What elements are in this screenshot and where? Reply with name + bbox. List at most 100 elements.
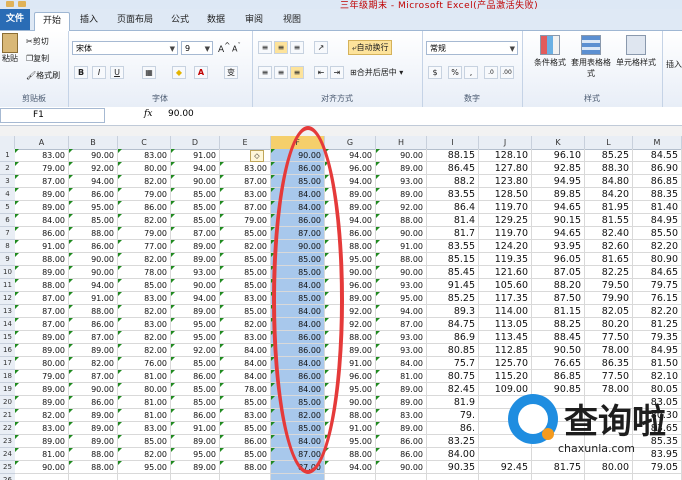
row-header[interactable]: 26 (0, 474, 15, 480)
cell-i24[interactable]: 84.00 (427, 448, 479, 461)
cell-j3[interactable]: 123.80 (479, 175, 532, 188)
cell-b1[interactable]: 90.00 (69, 149, 118, 162)
column-header-e[interactable]: E (220, 136, 271, 149)
cell-e12[interactable]: 83.00 (220, 292, 271, 305)
cell-a3[interactable]: 87.00 (15, 175, 69, 188)
column-header-g[interactable]: G (325, 136, 376, 149)
cell-d7[interactable]: 87.00 (171, 227, 220, 240)
cell-c8[interactable]: 77.00 (118, 240, 171, 253)
align-bottom-icon[interactable]: ≡ (290, 41, 304, 54)
cell-a22[interactable]: 83.00 (15, 422, 69, 435)
row-header[interactable]: 21 (0, 409, 15, 422)
cell-k2[interactable]: 92.85 (532, 162, 585, 175)
cell-l5[interactable]: 81.95 (585, 201, 633, 214)
cell-m10[interactable]: 84.65 (633, 266, 682, 279)
cell-k3[interactable]: 94.95 (532, 175, 585, 188)
cell-c5[interactable]: 86.00 (118, 201, 171, 214)
cell-m9[interactable]: 80.90 (633, 253, 682, 266)
cell-a14[interactable]: 87.00 (15, 318, 69, 331)
cell-i22[interactable]: 86. (427, 422, 479, 435)
tab-insert[interactable]: 插入 (74, 12, 104, 30)
cell-k13[interactable]: 81.15 (532, 305, 585, 318)
cell-j5[interactable]: 119.70 (479, 201, 532, 214)
format-painter-button[interactable]: 🖌格式刷 (26, 70, 60, 81)
cell-b4[interactable]: 86.00 (69, 188, 118, 201)
function-icon[interactable]: fx (144, 109, 152, 119)
cell-e8[interactable]: 82.00 (220, 240, 271, 253)
cell-h8[interactable]: 91.00 (376, 240, 427, 253)
cell-a5[interactable]: 89.00 (15, 201, 69, 214)
cell-e9[interactable]: 85.00 (220, 253, 271, 266)
cell-m17[interactable]: 81.50 (633, 357, 682, 370)
column-header-l[interactable]: L (585, 136, 633, 149)
cell-h20[interactable]: 89.00 (376, 396, 427, 409)
cell-d2[interactable]: 94.00 (171, 162, 220, 175)
cell-i4[interactable]: 83.55 (427, 188, 479, 201)
row-header[interactable]: 13 (0, 305, 15, 318)
cell-e5[interactable]: 87.00 (220, 201, 271, 214)
cell-b12[interactable]: 91.00 (69, 292, 118, 305)
cell-l10[interactable]: 82.25 (585, 266, 633, 279)
conditional-format-button[interactable]: 条件格式 (530, 35, 570, 68)
tab-review[interactable]: 审阅 (240, 12, 268, 30)
row-header[interactable]: 4 (0, 188, 15, 201)
cell-d23[interactable]: 89.00 (171, 435, 220, 448)
cut-button[interactable]: ✂剪切 (26, 36, 49, 47)
cell-i20[interactable]: 81.9 (427, 396, 479, 409)
cell-c11[interactable]: 85.00 (118, 279, 171, 292)
cell-d16[interactable]: 92.00 (171, 344, 220, 357)
cell-h12[interactable]: 95.00 (376, 292, 427, 305)
cell-c7[interactable]: 79.00 (118, 227, 171, 240)
cell-b19[interactable]: 90.00 (69, 383, 118, 396)
increase-decimal-icon[interactable]: .0 (484, 66, 498, 79)
cell-c22[interactable]: 83.00 (118, 422, 171, 435)
row-header[interactable]: 10 (0, 266, 15, 279)
row-header[interactable]: 19 (0, 383, 15, 396)
cell-j2[interactable]: 127.80 (479, 162, 532, 175)
cell-a1[interactable]: 83.00 (15, 149, 69, 162)
cell-l7[interactable]: 82.40 (585, 227, 633, 240)
cell-c9[interactable]: 82.00 (118, 253, 171, 266)
merge-center-button[interactable]: ⊞合并后居中 ▾ (350, 67, 403, 78)
cell-h3[interactable]: 93.00 (376, 175, 427, 188)
cell-j14[interactable]: 113.05 (479, 318, 532, 331)
cell-a13[interactable]: 87.00 (15, 305, 69, 318)
cell-j17[interactable]: 125.70 (479, 357, 532, 370)
row-header[interactable]: 6 (0, 214, 15, 227)
cell-e23[interactable]: 86.00 (220, 435, 271, 448)
cell-i13[interactable]: 89.3 (427, 305, 479, 318)
cell-l6[interactable]: 81.55 (585, 214, 633, 227)
tab-view[interactable]: 视图 (278, 12, 306, 30)
cell-c6[interactable]: 82.00 (118, 214, 171, 227)
cell-b7[interactable]: 88.00 (69, 227, 118, 240)
cell-c17[interactable]: 76.00 (118, 357, 171, 370)
cell-k6[interactable]: 90.15 (532, 214, 585, 227)
cell-h17[interactable]: 84.00 (376, 357, 427, 370)
font-name-combo[interactable]: 宋体 ▼ (72, 41, 178, 55)
fill-color-icon[interactable]: ◆ (172, 66, 186, 79)
column-header-h[interactable]: H (376, 136, 427, 149)
cell-k4[interactable]: 89.85 (532, 188, 585, 201)
cell-j13[interactable]: 114.00 (479, 305, 532, 318)
cell-h19[interactable]: 89.00 (376, 383, 427, 396)
cell-k15[interactable]: 88.45 (532, 331, 585, 344)
cell-d18[interactable]: 86.00 (171, 370, 220, 383)
cell-j18[interactable]: 115.20 (479, 370, 532, 383)
cell-i10[interactable]: 85.45 (427, 266, 479, 279)
cell-g26[interactable] (325, 474, 376, 480)
cell-d10[interactable]: 93.00 (171, 266, 220, 279)
cell-a15[interactable]: 89.00 (15, 331, 69, 344)
cell-m16[interactable]: 84.95 (633, 344, 682, 357)
cell-c12[interactable]: 83.00 (118, 292, 171, 305)
cell-h15[interactable]: 93.00 (376, 331, 427, 344)
error-check-icon[interactable]: ◇ (250, 150, 264, 162)
cell-e2[interactable]: 83.00 (220, 162, 271, 175)
cell-l13[interactable]: 82.05 (585, 305, 633, 318)
format-as-table-button[interactable]: 套用表格格式 (570, 35, 612, 79)
cell-i9[interactable]: 85.15 (427, 253, 479, 266)
cell-m7[interactable]: 85.50 (633, 227, 682, 240)
cell-i17[interactable]: 75.7 (427, 357, 479, 370)
cell-m12[interactable]: 76.15 (633, 292, 682, 305)
cell-d4[interactable]: 85.00 (171, 188, 220, 201)
cell-e3[interactable]: 87.00 (220, 175, 271, 188)
